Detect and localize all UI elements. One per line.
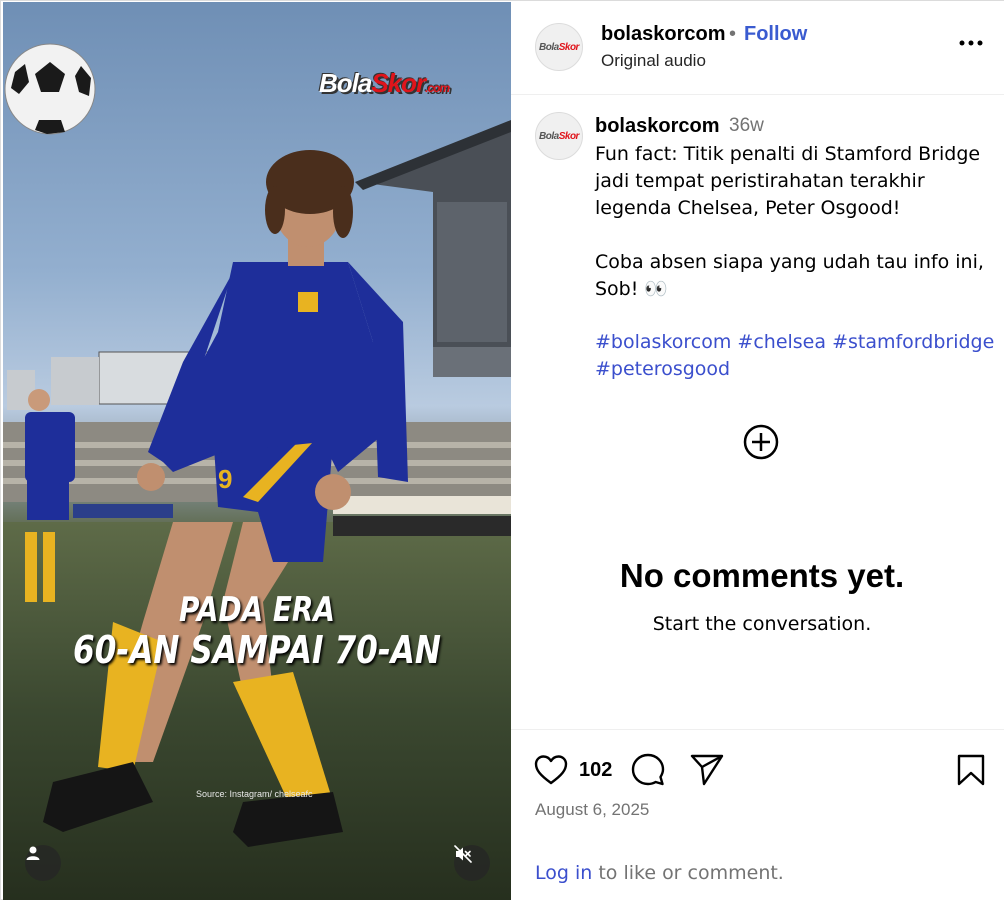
follow-button[interactable]: Follow [744, 23, 807, 46]
speaker-muted-icon [454, 845, 472, 863]
post-modal: 9 BolaSkor.com PADA ERA 60-AN SAMPAI 70-… [0, 0, 1004, 901]
caption-avatar[interactable]: BolaSkor [535, 112, 583, 160]
post-details-panel: BolaSkor bolaskorcom • Follow Original a… [511, 1, 1004, 901]
like-button[interactable] [531, 750, 571, 790]
separator-dot: • [729, 23, 737, 45]
login-link[interactable]: Log in [535, 862, 592, 884]
video-caption-line-2: 60-AN SAMPAI 70-AN [73, 628, 441, 672]
avatar[interactable]: BolaSkor [535, 23, 583, 71]
header-username[interactable]: bolaskorcom [601, 23, 725, 46]
bookmark-icon [957, 754, 985, 786]
hashtag-link[interactable]: #peterosgood [595, 358, 730, 380]
more-options-button[interactable] [959, 31, 983, 55]
heart-icon [534, 755, 568, 785]
comment-icon [631, 753, 665, 786]
like-count[interactable]: 102 [579, 759, 612, 782]
empty-comments-subtitle: Start the conversation. [652, 613, 872, 635]
load-more-comments-button[interactable] [743, 424, 779, 460]
person-icon [26, 846, 40, 860]
share-button[interactable] [687, 750, 727, 790]
plus-circle-icon [743, 424, 779, 460]
action-bar: 102 August 6, 2025 Log in to like or com… [511, 729, 1004, 901]
post-date[interactable]: August 6, 2025 [535, 800, 649, 820]
mute-toggle-button[interactable] [454, 845, 490, 881]
tagged-users-button[interactable] [25, 845, 61, 881]
caption-text: Fun fact: Titik penalti di Stamford Brid… [595, 143, 984, 300]
hashtag-list: #bolaskorcom #chelsea #stamfordbridge #p… [595, 329, 995, 383]
bolaskor-watermark: BolaSkor.com [319, 68, 450, 98]
avatar-logo: BolaSkor [539, 41, 579, 53]
source-credit: Source: Instagram/ chelseafc [196, 789, 313, 799]
caption-timestamp[interactable]: 36w [729, 115, 764, 137]
hashtag-link[interactable]: #bolaskorcom [595, 331, 731, 353]
comment-button[interactable] [628, 750, 668, 790]
post-media[interactable]: 9 BolaSkor.com PADA ERA 60-AN SAMPAI 70-… [3, 2, 511, 900]
caption-username[interactable]: bolaskorcom [595, 115, 719, 138]
avatar-logo: BolaSkor [539, 130, 579, 142]
paper-plane-icon [690, 754, 724, 786]
hashtag-link[interactable]: #stamfordbridge [832, 331, 994, 353]
post-header: BolaSkor bolaskorcom • Follow Original a… [511, 1, 1004, 95]
login-prompt-text: to like or comment. [592, 862, 784, 884]
login-prompt: Log in to like or comment. [535, 862, 784, 884]
original-audio-link[interactable]: Original audio [601, 51, 706, 71]
empty-comments-title: No comments yet. [619, 557, 905, 594]
hashtag-link[interactable]: #chelsea [737, 331, 826, 353]
photo-scene: 9 [3, 43, 511, 900]
save-button[interactable] [951, 750, 991, 790]
shorts-number: 9 [218, 464, 232, 494]
more-horizontal-icon [959, 40, 983, 46]
video-caption-line-1: PADA ERA [179, 590, 335, 630]
